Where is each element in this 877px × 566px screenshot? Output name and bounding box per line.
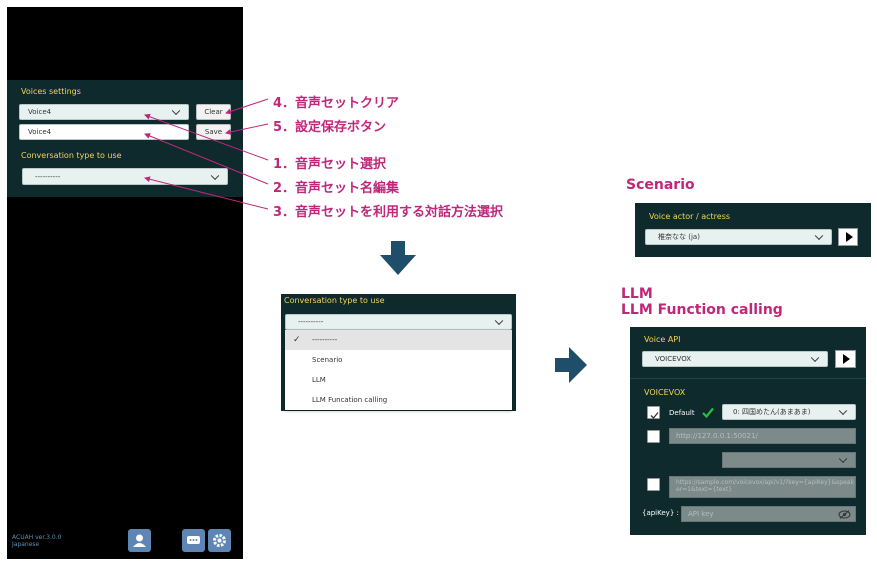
default-checkbox[interactable] [647,406,660,419]
check-icon: ✓ [293,335,301,345]
voicevox-label: VOICEVOX [644,388,686,397]
voice-actor-select[interactable]: 椎奈なな (ja) [645,229,832,245]
annotation-conv-type: 3．音声セットを利用する対話方法選択 [273,205,504,220]
menu-item-scenario[interactable]: Scenario [285,350,512,370]
chevron-down-icon [814,231,824,241]
llm-panel: Voice API VOICEVOX VOICEVOX Default 0: 四… [630,327,866,535]
chevron-down-icon [810,353,820,363]
annotation-save: 5．設定保存ボタン [273,120,387,135]
default-label: Default [669,409,695,417]
apikey-label: {apiKey} : [642,509,679,517]
default-speaker-value: 0: 四国めたん(あまあま) [733,408,811,416]
url-checkbox[interactable] [647,430,660,443]
api-url-input[interactable]: https://sample.com/voicevox/api/v1/?key=… [669,476,856,498]
annotation-select: 1．音声セット選択 [273,157,387,172]
play-icon [845,232,853,242]
annotation-clear: 4．音声セットクリア [273,96,400,111]
voice-actor-label: Voice actor / actress [649,212,731,221]
eye-slash-icon[interactable] [838,510,851,519]
speaker-select-disabled[interactable] [722,452,856,468]
conv-type-dropdown-panel: Conversation type to use ---------- ✓ --… [281,294,516,411]
api-url-checkbox[interactable] [647,478,660,491]
llm-heading: LLM [621,286,653,302]
menu-item-llm-function-calling[interactable]: LLM Funcation calling [285,390,512,410]
divider [630,378,866,379]
play-button[interactable] [835,350,856,368]
url-input[interactable]: http://127.0.0.1:50021/ [669,428,856,444]
conv-type-menu: ✓ ---------- Scenario LLM LLM Funcation … [285,330,512,410]
voice-api-select[interactable]: VOICEVOX [642,351,828,367]
conv-type-label: Conversation type to use [284,296,385,305]
check-icon [650,412,659,419]
play-button[interactable] [838,228,858,246]
annotation-name-edit: 2．音声セット名編集 [273,181,400,196]
apikey-input[interactable]: API key [681,506,856,522]
llm-function-calling-heading: LLM Function calling [621,302,783,318]
chevron-down-icon [838,406,848,416]
voice-api-label: Voice API [644,335,681,344]
chevron-down-icon [494,316,504,326]
scenario-panel: Voice actor / actress 椎奈なな (ja) [635,203,871,257]
down-arrow-icon [380,241,416,275]
conv-type-select[interactable]: ---------- [285,314,512,330]
menu-item-llm[interactable]: LLM [285,370,512,390]
right-arrow-icon [555,347,587,383]
voice-api-select-value: VOICEVOX [655,355,692,363]
voice-actor-select-value: 椎奈なな (ja) [658,233,700,241]
menu-item-label: ---------- [312,336,338,344]
default-speaker-select[interactable]: 0: 四国めたん(あまあま) [722,404,856,420]
chevron-down-icon [838,454,848,464]
apikey-placeholder: API key [688,510,714,518]
play-icon [843,354,850,364]
scenario-heading: Scenario [626,177,695,193]
conv-type-select-value: ---------- [298,318,324,326]
menu-item-none[interactable]: ✓ ---------- [285,330,512,350]
default-check-icon [702,407,714,418]
